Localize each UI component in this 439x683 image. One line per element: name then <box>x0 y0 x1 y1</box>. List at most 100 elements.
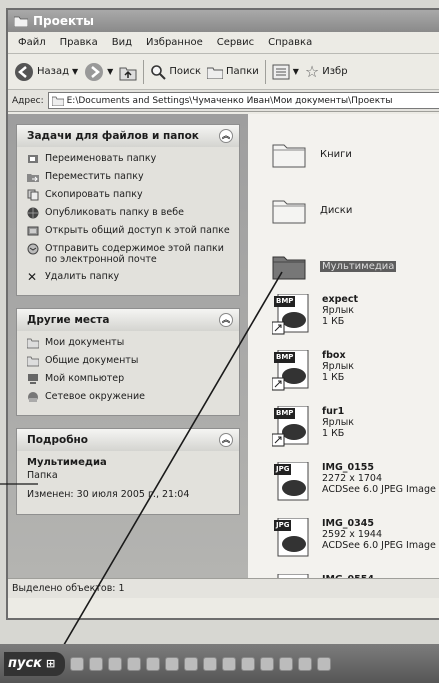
up-folder-button[interactable] <box>119 63 137 81</box>
file-list: Книги Диски Мультимедиа BMP expect Ярлык… <box>248 114 439 598</box>
task-label: Опубликовать папку в вебе <box>45 207 184 218</box>
task-label: Открыть общий доступ к этой папке <box>45 225 230 236</box>
file-line3: 1 КБ <box>322 428 345 439</box>
back-label: Назад <box>37 66 70 77</box>
address-input[interactable]: E:\Documents and Settings\Чумаченко Иван… <box>47 92 439 109</box>
place-my-computer[interactable]: Мой компьютер <box>27 373 231 385</box>
quicklaunch-icon[interactable] <box>70 656 85 671</box>
file-line3: ACDSee 6.0 JPEG Image <box>322 484 436 495</box>
task-rename[interactable]: Переименовать папку <box>27 153 231 165</box>
other-places-header[interactable]: Другие места ︽ <box>17 309 239 331</box>
file-name: fur1 <box>322 406 345 417</box>
file-type-tag: BMP <box>274 296 296 307</box>
address-label: Адрес: <box>12 95 44 106</box>
quicklaunch-icon[interactable] <box>222 656 237 671</box>
task-copy[interactable]: Скопировать папку <box>27 189 231 201</box>
quicklaunch-icon[interactable] <box>203 656 218 671</box>
task-email[interactable]: Отправить содержимое этой папки по элект… <box>27 243 231 265</box>
quicklaunch-icon[interactable] <box>298 656 313 671</box>
quicklaunch-icon[interactable] <box>279 656 294 671</box>
forward-arrow-icon <box>85 62 104 81</box>
file-line3: 1 КБ <box>322 316 345 327</box>
place-shared-documents[interactable]: Общие документы <box>27 355 231 367</box>
quicklaunch-icon[interactable] <box>108 656 123 671</box>
favorites-button[interactable]: ☆ Избр <box>305 62 348 81</box>
computer-icon <box>28 374 38 384</box>
rename-icon <box>28 155 38 163</box>
panel-title: Другие места <box>27 314 110 326</box>
task-label: Переместить папку <box>45 171 144 182</box>
quicklaunch-icon[interactable] <box>146 656 161 671</box>
file-tasks-panel: Задачи для файлов и папок ︽ Переименоват… <box>16 124 240 296</box>
taskbar: пуск ⊞ <box>0 644 439 683</box>
views-button[interactable]: ▼ <box>272 64 299 80</box>
task-label: Переименовать папку <box>45 153 157 164</box>
place-my-documents[interactable]: Мои документы <box>27 337 231 349</box>
status-bar: Выделено объектов: 1 <box>8 578 439 598</box>
file-name: fbox <box>322 350 346 361</box>
detail-modified: Изменен: 30 июля 2005 г., 21:04 <box>27 489 190 500</box>
file-line2: 2272 x 1704 <box>322 473 383 484</box>
place-network[interactable]: Сетевое окружение <box>27 391 231 403</box>
file-item[interactable]: JPG IMG_0155 2272 x 1704 ACDSee 6.0 JPEG… <box>272 461 439 518</box>
title-bar[interactable]: Проекты <box>8 10 439 32</box>
file-item[interactable]: BMP fbox Ярлык 1 КБ <box>271 349 439 406</box>
folder-icon <box>272 144 306 168</box>
task-share[interactable]: Открыть общий доступ к этой папке <box>27 225 231 237</box>
folder-icon <box>272 200 306 224</box>
file-tasks-header[interactable]: Задачи для файлов и папок ︽ <box>17 125 239 147</box>
task-move[interactable]: Переместить папку <box>27 171 231 183</box>
file-item[interactable]: BMP fur1 Ярлык 1 КБ <box>271 405 439 462</box>
bmp-shortcut-icon: BMP <box>271 405 312 448</box>
folder-item-selected[interactable]: Мультимедиа <box>272 238 439 294</box>
task-publish[interactable]: Опубликовать папку в вебе <box>27 207 231 219</box>
menu-view[interactable]: Вид <box>112 37 132 48</box>
file-line3: ACDSee 6.0 JPEG Image <box>322 540 436 551</box>
menu-help[interactable]: Справка <box>268 37 312 48</box>
menu-tools[interactable]: Сервис <box>217 37 254 48</box>
quicklaunch-icon[interactable] <box>184 656 199 671</box>
place-label: Мой компьютер <box>45 373 125 384</box>
menu-bar: Файл Правка Вид Избранное Сервис Справка <box>8 32 439 54</box>
search-button[interactable]: Поиск <box>150 64 201 80</box>
windows-logo-icon: ⊞ <box>46 657 56 670</box>
bmp-shortcut-icon: BMP <box>271 293 312 336</box>
file-item[interactable]: JPG IMG_0345 2592 x 1944 ACDSee 6.0 JPEG… <box>272 517 439 574</box>
menu-favorites[interactable]: Избранное <box>146 37 203 48</box>
up-folder-icon <box>119 67 137 80</box>
quicklaunch-icon[interactable] <box>317 656 332 671</box>
collapse-icon[interactable]: ︽ <box>219 313 233 327</box>
folders-icon <box>207 67 224 79</box>
folder-item[interactable]: Книги <box>272 126 439 182</box>
menu-edit[interactable]: Правка <box>60 37 98 48</box>
chevron-down-icon[interactable]: ▼ <box>293 67 299 76</box>
quicklaunch-icon[interactable] <box>127 656 142 671</box>
menu-file[interactable]: Файл <box>18 37 46 48</box>
chevron-down-icon[interactable]: ▼ <box>72 67 78 76</box>
start-button[interactable]: пуск ⊞ <box>4 651 66 676</box>
folder-item[interactable]: Диски <box>272 182 439 238</box>
collapse-icon[interactable]: ︽ <box>219 129 233 143</box>
jpeg-file-icon: JPG <box>272 461 312 504</box>
folders-button[interactable]: Папки <box>207 65 259 79</box>
jpeg-file-icon: JPG <box>272 517 312 560</box>
details-header[interactable]: Подробно ︽ <box>17 429 239 451</box>
file-type-tag: BMP <box>274 408 296 419</box>
quicklaunch-icon[interactable] <box>260 656 275 671</box>
quicklaunch-icon[interactable] <box>165 656 180 671</box>
collapse-icon[interactable]: ︽ <box>219 433 233 447</box>
chevron-down-icon[interactable]: ▼ <box>107 67 113 76</box>
share-icon <box>27 226 39 236</box>
quicklaunch-icon[interactable] <box>241 656 256 671</box>
task-delete[interactable]: ✕ Удалить папку <box>27 271 231 283</box>
move-icon <box>27 174 39 182</box>
detail-name: Мультимедиа <box>27 457 107 468</box>
back-button[interactable]: Назад ▼ <box>14 62 78 82</box>
file-item[interactable]: BMP expect Ярлык 1 КБ <box>271 293 439 350</box>
quicklaunch-icon[interactable] <box>89 656 104 671</box>
file-line2: Ярлык <box>322 305 354 316</box>
forward-button[interactable]: ▼ <box>84 62 113 82</box>
folder-name: Диски <box>320 204 353 216</box>
task-label: Удалить папку <box>45 271 120 282</box>
place-label: Сетевое окружение <box>45 391 145 402</box>
